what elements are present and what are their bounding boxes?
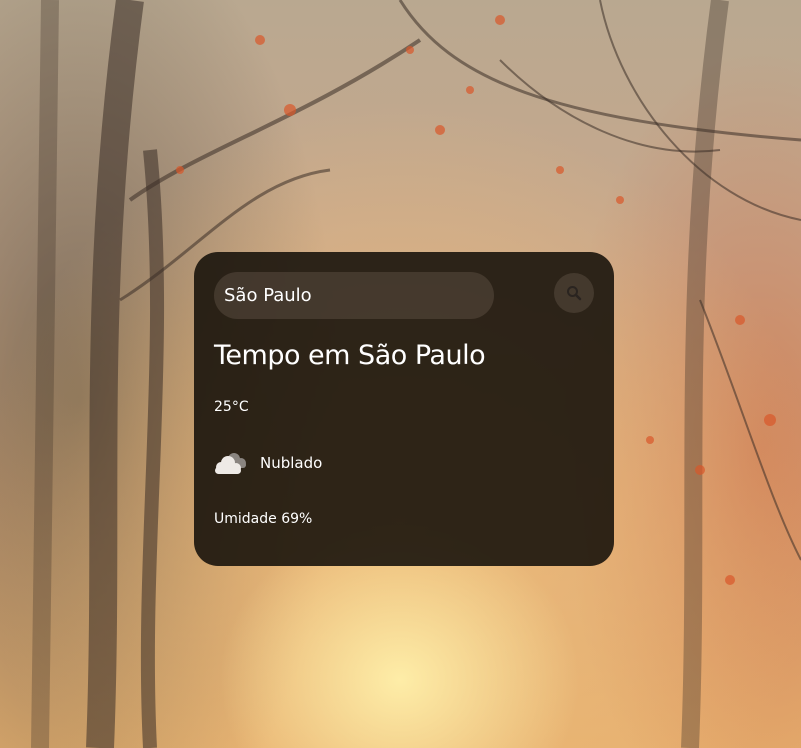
search-button[interactable]	[554, 273, 594, 313]
weather-description-row: Nublado	[212, 450, 322, 476]
cloud-icon	[215, 453, 246, 474]
weather-title: Tempo em São Paulo	[214, 340, 486, 371]
city-search-input[interactable]	[214, 272, 494, 319]
weather-card: Tempo em São Paulo 25°C Nublado Umidade …	[194, 252, 614, 566]
humidity: Umidade 69%	[214, 511, 313, 527]
search-icon	[567, 286, 582, 301]
weather-description: Nublado	[260, 454, 323, 472]
temperature: 25°C	[214, 399, 249, 415]
